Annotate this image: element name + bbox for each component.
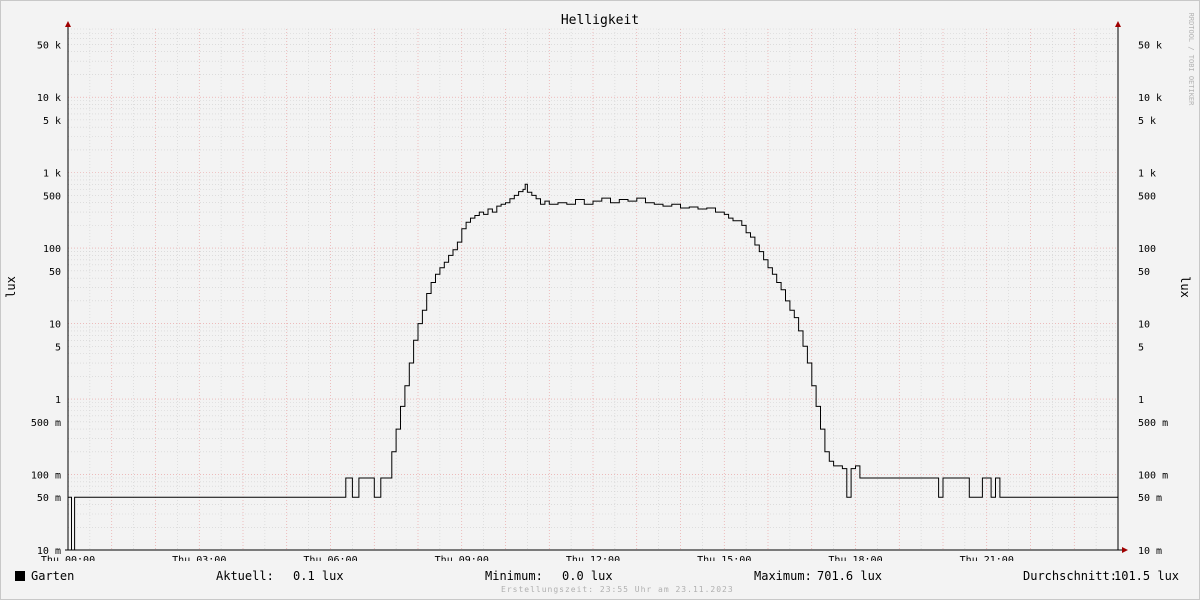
y-tick-label-right: 100: [1138, 244, 1156, 255]
y-tick-label-right: 50 k: [1138, 40, 1162, 51]
y-tick-label-left: 5 k: [43, 116, 61, 127]
rrdtool-credit: RRDTOOL / TOBI OETIKER: [1187, 13, 1195, 107]
legend-avg-value: 101.5 lux: [1114, 569, 1180, 583]
legend-current-value: 0.1 lux: [293, 569, 344, 583]
graph-frame: Helligkeit lux lux RRDTOOL / TOBI OETIKE…: [0, 0, 1200, 600]
y-tick-label-left: 100: [43, 244, 61, 255]
y-tick-label-left: 1: [55, 395, 61, 406]
y-axis-arrow-right: [1115, 21, 1121, 27]
y-axis-label-right: lux: [1178, 276, 1192, 298]
x-axis-arrow: [1122, 547, 1128, 553]
x-tick-label: Thu 06:00: [303, 555, 357, 561]
y-axis-label-left: lux: [4, 276, 18, 298]
y-tick-label-right: 500: [1138, 191, 1156, 202]
legend-min-value: 0.0 lux: [562, 569, 613, 583]
y-tick-label-left: 50 m: [37, 493, 61, 504]
legend-swatch: [15, 571, 25, 581]
y-tick-label-left: 10 k: [37, 93, 61, 104]
legend-avg-label: Durchschnitt:: [1023, 569, 1117, 583]
y-tick-label-right: 5 k: [1138, 116, 1156, 127]
y-tick-label-left: 5: [55, 342, 61, 353]
legend-series-name: Garten: [31, 569, 75, 583]
y-tick-label-left: 50 k: [37, 40, 61, 51]
x-tick-label: Thu 12:00: [566, 555, 620, 561]
y-tick-label-right: 50 m: [1138, 493, 1162, 504]
y-tick-label-right: 500 m: [1138, 418, 1168, 429]
y-tick-label-right: 1 k: [1138, 169, 1156, 180]
y-tick-label-right: 1: [1138, 395, 1144, 406]
grid: [67, 28, 1119, 551]
x-tick-label: Thu 09:00: [435, 555, 489, 561]
y-tick-label-right: 10 m: [1138, 546, 1162, 557]
x-tick-label: Thu 00:00: [41, 555, 95, 561]
y-tick-label-left: 1 k: [43, 169, 61, 180]
y-tick-label-left: 100 m: [31, 471, 61, 482]
y-axis-arrow-left: [65, 21, 71, 27]
chart: Helligkeit lux lux RRDTOOL / TOBI OETIKE…: [4, 13, 1195, 561]
y-tick-label-right: 50: [1138, 267, 1150, 278]
legend-max-label: Maximum:: [754, 569, 812, 583]
chart-title: Helligkeit: [561, 13, 639, 28]
x-tick-label: Thu 15:00: [697, 555, 751, 561]
y-tick-label-right: 5: [1138, 342, 1144, 353]
y-tick-label-left: 500: [43, 191, 61, 202]
y-tick-label-left: 10: [49, 320, 61, 331]
legend-min-label: Minimum:: [485, 569, 543, 583]
legend-current-label: Aktuell:: [216, 569, 274, 583]
y-tick-label-left: 500 m: [31, 418, 61, 429]
x-tick-label: Thu 03:00: [172, 555, 226, 561]
y-tick-label-right: 100 m: [1138, 471, 1168, 482]
y-tick-label-left: 50: [49, 267, 61, 278]
x-tick-label: Thu 21:00: [960, 555, 1014, 561]
legend-max-value: 701.6 lux: [817, 569, 883, 583]
y-tick-label-right: 10: [1138, 320, 1150, 331]
y-tick-label-right: 10 k: [1138, 93, 1162, 104]
x-tick-label: Thu 18:00: [828, 555, 882, 561]
creation-time: Erstellungszeit: 23:55 Uhr am 23.11.2023: [501, 585, 734, 594]
